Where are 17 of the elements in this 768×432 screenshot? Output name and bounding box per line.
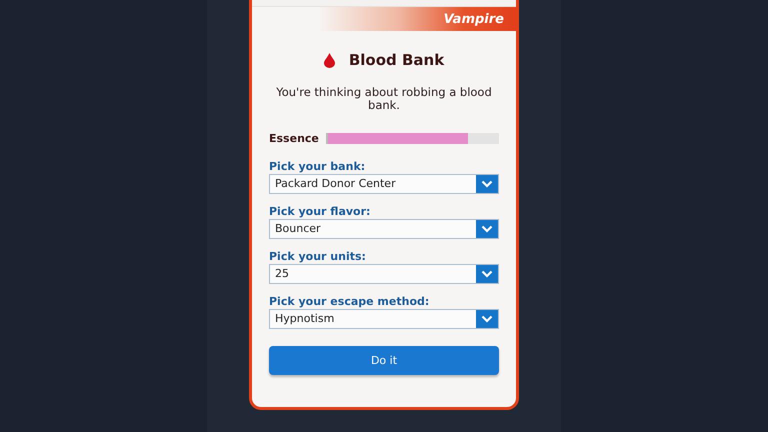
- meter-label: Essence: [269, 132, 319, 145]
- description-text: You're thinking about robbing a blood bank.: [275, 86, 493, 112]
- do-it-button[interactable]: Do it: [269, 346, 499, 375]
- field-label: Pick your units:: [269, 250, 367, 263]
- dropdown-select[interactable]: Packard Donor Center: [269, 174, 499, 194]
- chevron-down-icon: [481, 270, 493, 278]
- dropdown-select[interactable]: Bouncer: [269, 219, 499, 239]
- chevron-down-icon: [481, 225, 493, 233]
- chevron-down-icon: [481, 315, 493, 323]
- field-label: Pick your escape method:: [269, 295, 430, 308]
- field-label: Pick your bank:: [269, 160, 366, 173]
- blood-drop-icon: [324, 52, 335, 68]
- chevron-down-icon: [481, 180, 493, 188]
- dropdown-select[interactable]: 25: [269, 264, 499, 284]
- field-label: Pick your flavor:: [269, 205, 372, 218]
- dropdown-select[interactable]: Hypnotism: [269, 309, 499, 329]
- dialog-title: Blood Bank: [348, 51, 444, 69]
